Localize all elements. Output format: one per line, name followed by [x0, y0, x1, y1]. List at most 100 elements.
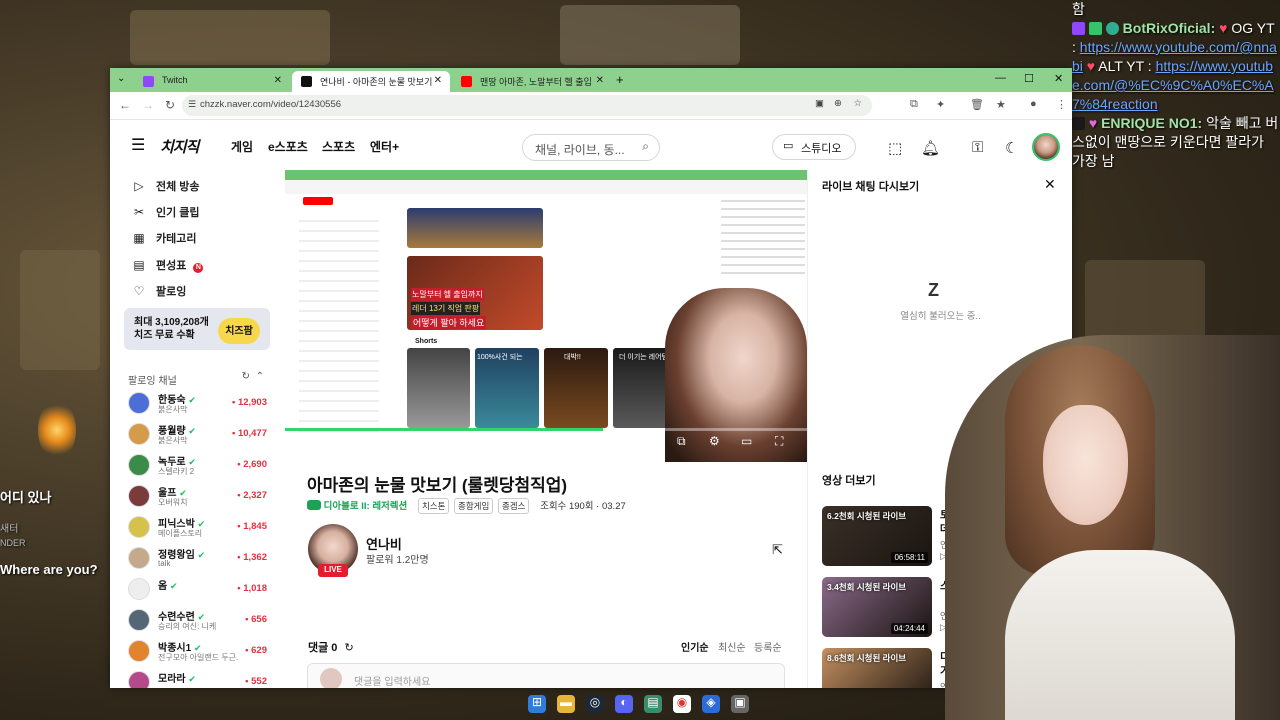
- search-icon[interactable]: ⌕: [642, 139, 649, 154]
- sort-popular[interactable]: 인기순: [681, 639, 709, 654]
- following-channel[interactable]: 옴 ✔ • 1,018: [128, 576, 273, 604]
- chzzk-logo[interactable]: 치지직: [160, 136, 199, 157]
- close-icon[interactable]: ✕: [596, 75, 604, 86]
- maximize-button[interactable]: ☐: [1024, 72, 1034, 85]
- back-icon[interactable]: ←: [119, 98, 131, 112]
- sidebar-item-categories[interactable]: ▦ 카테고리: [132, 230, 196, 246]
- minimize-button[interactable]: —: [995, 72, 1006, 84]
- new-tab-button[interactable]: +: [616, 72, 624, 87]
- inbox-icon[interactable]: ⬚: [888, 139, 902, 157]
- extensions-icon[interactable]: ✦: [936, 98, 945, 111]
- refresh-icon[interactable]: ↻: [242, 371, 250, 382]
- sidebar-item-clips[interactable]: ✂ 인기 클립: [132, 204, 200, 220]
- views-label: 6.2천회 시청된 라이브: [827, 511, 907, 521]
- embedded-chat: [721, 194, 805, 274]
- video-thumbnail[interactable]: 6.2천회 시청된 라이브 06:58:11: [822, 506, 932, 566]
- following-channel[interactable]: 정령왕임 ✔ talk • 1,362: [128, 545, 273, 573]
- channel-category: 붉은사막: [158, 405, 188, 414]
- share-icon[interactable]: ⇱: [772, 542, 783, 558]
- collapse-icon[interactable]: ⌃: [256, 371, 264, 382]
- delete-icon[interactable]: 🗑: [970, 98, 984, 111]
- reload-icon[interactable]: ↻: [165, 98, 175, 112]
- sidebar-item-all-live[interactable]: ▷ 전체 방송: [132, 178, 199, 194]
- profile-icon[interactable]: ●: [1030, 98, 1037, 110]
- zoom-icon[interactable]: ⊕: [834, 98, 842, 109]
- user-avatar[interactable]: [1032, 133, 1060, 161]
- thumbnail-text: 어떻게 팔아 하세요: [411, 316, 487, 329]
- youtube-logo: [303, 197, 333, 205]
- video-progress-bar[interactable]: [285, 428, 807, 431]
- translate-icon[interactable]: ⧉: [910, 98, 918, 111]
- next-icon[interactable]: ⏭: [371, 434, 382, 449]
- video-thumbnail[interactable]: 3.4천회 시청된 라이브 04:24:44: [822, 577, 932, 637]
- forward-icon[interactable]: →: [142, 98, 154, 112]
- following-channel[interactable]: 풍월량 ✔ 붉은사막 • 10,477: [128, 421, 273, 449]
- site-info-icon[interactable]: ☰: [188, 99, 196, 110]
- close-icon[interactable]: ✕: [434, 75, 442, 86]
- discord-icon[interactable]: ◐: [615, 695, 633, 713]
- sort-registered[interactable]: 등록순: [754, 639, 782, 654]
- video-tag[interactable]: 종합게임: [454, 498, 494, 514]
- sort-latest[interactable]: 최신순: [718, 639, 746, 654]
- sidebar-item-schedule[interactable]: ▤ 편성표 N: [132, 257, 204, 273]
- key-icon[interactable]: ⚿: [972, 139, 983, 156]
- refresh-icon[interactable]: ↻: [344, 642, 353, 654]
- browser-icon[interactable]: ◈: [702, 695, 720, 713]
- chrome-icon[interactable]: ◉: [673, 695, 691, 713]
- menu-icon[interactable]: ⋮: [1056, 98, 1067, 111]
- bell-icon[interactable]: 🔔︎: [921, 139, 940, 157]
- video-player[interactable]: 노말부터 헬 출입까지 레더 13기 직업 판팡 어떻게 팔아 하세요 Shor…: [285, 170, 807, 462]
- theater-icon[interactable]: ▭: [741, 434, 752, 448]
- clip-icon[interactable]: ✂: [645, 434, 655, 448]
- bookmark-star-icon[interactable]: ☆: [853, 98, 862, 109]
- notes-icon[interactable]: ▤: [644, 695, 662, 713]
- sidebar-item-following[interactable]: ♡ 팔로잉: [132, 283, 187, 299]
- streamer-webcam: [945, 335, 1280, 720]
- video-tag[interactable]: 종겜스: [497, 498, 530, 514]
- dark-mode-icon[interactable]: ☾: [1005, 139, 1018, 157]
- following-channel[interactable]: 박종시1 ✔ 전구모아 아일랜드 두근... • 629: [128, 638, 273, 666]
- following-channel[interactable]: 피닉스박 ✔ 메이플스토리 • 1,845: [128, 514, 273, 542]
- following-channel[interactable]: 한동숙 ✔ 붉은사막 • 12,903: [128, 390, 273, 418]
- studio-button[interactable]: ▭ 스튜디오: [772, 134, 856, 160]
- tab-menu-icon[interactable]: ⌄: [117, 73, 125, 84]
- avatar: [320, 668, 342, 688]
- nav-entertainment[interactable]: 엔터+: [370, 138, 399, 155]
- following-channel[interactable]: 모라라 ✔ • 552: [128, 669, 273, 688]
- game-category-link[interactable]: 디아블로 II: 레저렉션: [324, 501, 408, 512]
- following-channel[interactable]: 수련수련 ✔ 승리의 여신: 니케 • 656: [128, 607, 273, 635]
- bookmarks-icon[interactable]: ★: [996, 98, 1006, 111]
- nav-sports[interactable]: 스포츠: [322, 138, 355, 155]
- tab-chzzk[interactable]: 연나비 - 아마존의 눈물 맛보기 ✕: [292, 71, 450, 92]
- following-channel[interactable]: 울프 ✔ 오버워치 • 2,327: [128, 483, 273, 511]
- pip-icon[interactable]: ⧉: [677, 434, 686, 449]
- close-icon[interactable]: ✕: [274, 75, 282, 86]
- previous-icon[interactable]: ⏮: [305, 434, 316, 449]
- video-thumbnail[interactable]: 8.6천회 시청된 라이브: [822, 648, 932, 688]
- comment-input[interactable]: 댓글을 입력하세요: [307, 663, 785, 688]
- nav-esports[interactable]: e스포츠: [268, 138, 308, 155]
- badge-icon: [1088, 22, 1102, 35]
- search-input[interactable]: 채널, 라이브, 동... ⌕: [522, 134, 660, 161]
- steam-icon[interactable]: ◎: [586, 695, 604, 713]
- folder-icon[interactable]: ▬: [557, 695, 575, 713]
- app-icon[interactable]: ▣: [731, 695, 749, 713]
- nav-games[interactable]: 게임: [231, 138, 253, 155]
- settings-icon[interactable]: ⚙: [709, 434, 720, 448]
- hamburger-menu-icon[interactable]: ☰: [131, 135, 145, 155]
- tab-twitch[interactable]: Twitch ✕: [134, 71, 290, 92]
- mute-icon[interactable]: 🔇︎: [405, 434, 413, 449]
- screenshot-icon[interactable]: ▣: [815, 98, 824, 109]
- playback-speed-icon[interactable]: ◷: [613, 434, 623, 448]
- fullscreen-icon[interactable]: ⛶: [775, 434, 783, 449]
- cheese-farm-banner[interactable]: 최대 3,109,208개 치즈 무료 수확 치즈팜: [124, 308, 270, 350]
- address-bar[interactable]: ☰ chzzk.naver.com/video/12430556 ▣ ⊕ ☆: [182, 95, 872, 116]
- tab-youtube[interactable]: 맨땅 아마존, 노말부터 헬 출입 ✕: [452, 71, 612, 92]
- pause-icon[interactable]: ⏸: [339, 434, 345, 449]
- windows-icon[interactable]: ⊞: [528, 695, 546, 713]
- following-channel[interactable]: 녹두로 ✔ 스텔라키 2 • 2,690: [128, 452, 273, 480]
- close-icon[interactable]: ✕: [1044, 176, 1056, 193]
- screenshot-icon[interactable]: ◙: [583, 434, 590, 448]
- close-window-button[interactable]: ✕: [1054, 72, 1063, 85]
- video-tag[interactable]: 치스톤: [417, 498, 450, 514]
